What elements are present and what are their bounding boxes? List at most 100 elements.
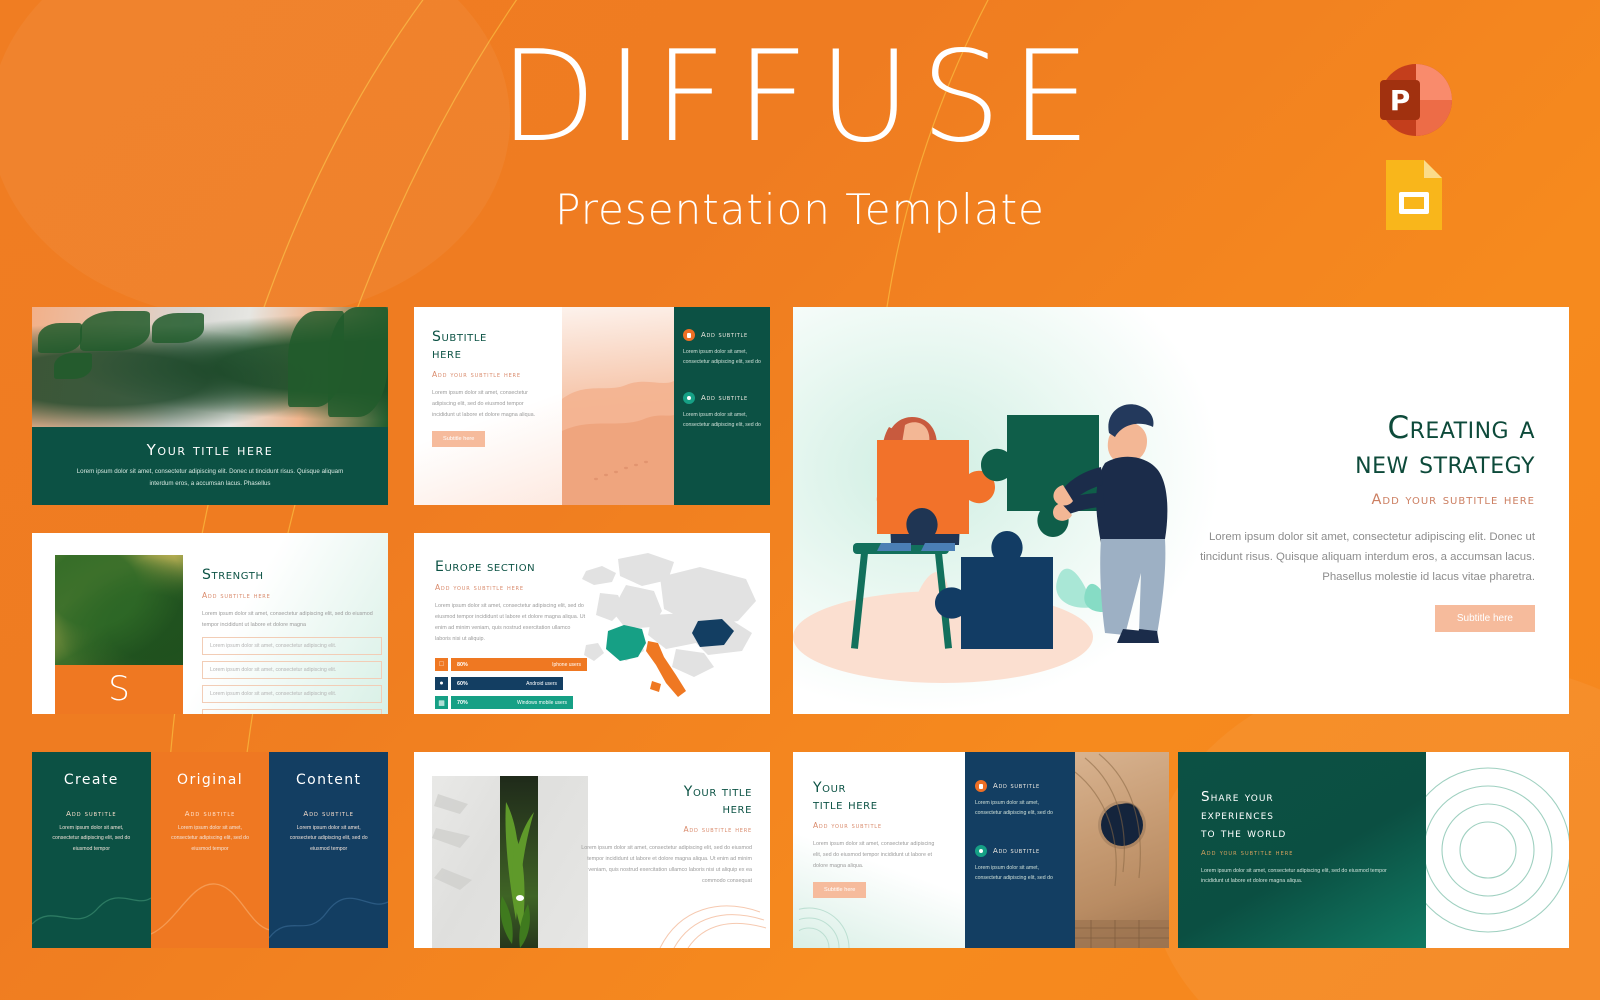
slide-create-original-content[interactable]: Create Add subtitle Lorem ipsum dolor si… [32,752,388,948]
slide-bullets-column: Add subtitle Lorem ipsum dolor sit amet,… [965,752,1075,948]
bullet-body: Lorem ipsum dolor sit amet, consectetur … [683,349,761,366]
slide-title-line1: Creating a [1387,410,1535,446]
slide-desert-photo [562,307,674,505]
page-subtitle: Presentation Template [555,185,1045,234]
slide-text-column: Europe section Add your subtitle here Lo… [435,559,615,710]
stat-value: 80% [457,661,468,668]
stat-bar: 80% Iphone users [451,658,587,672]
slide-subtitle: Add your subtitle [813,821,882,831]
bullet-item: Add subtitle Lorem ipsum dolor sit amet,… [975,844,1065,884]
slide-title-line1: Share your [1201,789,1274,805]
bullet-title: Add subtitle [993,782,1040,790]
decorative-rings [799,907,850,948]
slide-subtitle: Add your subtitle here [435,583,524,593]
slide-title-line3: to the world [1201,825,1287,842]
slide-title: Strength [202,567,264,583]
slide-rings-panel [1426,752,1569,948]
bullet-marker-orange-icon [975,780,987,792]
slide-title: Your title here [146,441,274,459]
slide-body: Lorem ipsum dolor sit amet, consectetur … [1201,867,1387,885]
column-create[interactable]: Create Add subtitle Lorem ipsum dolor si… [32,752,151,948]
slide-title-line1: Subtitle [432,329,487,345]
slide-text-column: Strength Add subtitle here Lorem ipsum d… [202,567,382,714]
slide-body: Lorem ipsum dolor sit amet, consectetur … [202,611,373,628]
column-body: Lorem ipsum dolor sit amet, consectetur … [289,825,368,852]
slide-title-line2: new strategy [1355,444,1535,481]
stat-bar: 70% Windows mobile users [451,696,573,710]
slide-title-line2: title here [813,797,878,814]
slide-title-line1: Your [813,780,847,796]
slide-strength[interactable]: S Strength Add subtitle here Lorem ipsum… [32,533,388,714]
stat-value: 70% [457,699,468,706]
stat-bar-row:  80% Iphone users [435,658,615,672]
slide-your-title-here-split[interactable]: Your title here Add your subtitle Lorem … [793,752,1169,948]
column-title: Original [177,772,244,788]
text-field[interactable]: Lorem ipsum dolor sit amet, consectetur … [202,684,382,703]
text-field[interactable]: Lorem ipsum dolor sit amet, consectetur … [202,660,382,679]
subtitle-button[interactable]: Subtitle here [432,430,486,447]
slide-photo [32,307,388,427]
stat-bar-row: ● 60% Android users [435,677,615,691]
page-title: DIFFUSE [499,23,1101,170]
text-field[interactable]: Lorem ipsum dolor sit amet, consectetur … [202,636,382,655]
slide-subtitle: Add subtitle here [202,591,271,601]
windows-icon: ▦ [435,696,448,710]
slide-creating-a-new-strategy[interactable]: Creating a new strategy Add your subtitl… [793,307,1569,714]
android-icon: ● [435,677,448,691]
slide-title: Creating a new strategy [1195,411,1535,480]
bullet-title: Add subtitle [993,846,1040,855]
bullet-item: Add subtitle Lorem ipsum dolor sit amet,… [683,329,761,368]
stat-label: Iphone users [552,661,581,668]
subtitle-button[interactable]: Subtitle here [1434,605,1535,633]
stat-bar: 60% Android users [451,677,563,691]
stat-bar-chart:  80% Iphone users ● 60% Android users ▦… [435,658,615,710]
bullet-marker-green-icon [683,391,695,404]
bullet-body: Lorem ipsum dolor sit amet, consectetur … [975,864,1053,882]
slide-body: Lorem ipsum dolor sit amet, consectetur … [813,841,935,869]
slide-subtitle: Add your subtitle here [432,370,521,380]
slide-share-your-experiences[interactable]: Share your experiences to the world Add … [1178,752,1569,948]
slide-your-title-here[interactable]: Your title here Lorem ipsum dolor sit am… [32,307,388,505]
slide-text-column: Subtitle here Add your subtitle here Lor… [414,307,562,505]
column-title: Create [63,772,119,788]
slide-your-title-here-plant[interactable]: Your title here Add subtitle here Lorem … [414,752,770,948]
slide-subtitle: Add your subtitle here [1201,848,1294,857]
slide-title-line1: Your title [683,784,752,800]
slide-title-line2: here [722,801,752,818]
column-content[interactable]: Content Add subtitle Lorem ipsum dolor s… [269,752,388,948]
monogram-letter: S [108,669,130,709]
stat-label: Windows mobile users [516,699,567,706]
slide-subtitle: Add subtitle here [683,825,752,835]
slide-text-column: Your title here Add your subtitle Lorem … [793,752,965,948]
google-slides-icon[interactable] [1382,158,1446,232]
slide-title: Europe section [435,559,536,575]
page-header: DIFFUSE Presentation Template P [0,0,1600,300]
decorative-swirl [659,905,767,948]
slide-body: Lorem ipsum dolor sit amet, consectetur … [435,603,586,642]
bullet-body: Lorem ipsum dolor sit amet, consectetur … [975,800,1053,817]
apple-icon:  [435,658,448,672]
column-subtitle: Add subtitle [184,810,236,818]
stat-label: Android users [526,680,557,687]
column-title: Content [295,772,362,788]
slide-subtitle: Add your subtitle here [1371,492,1535,509]
slide-title-line2: here [432,346,462,363]
slide-title: Your title here [574,784,752,818]
text-field[interactable]: Lorem ipsum dolor sit amet, consectetur … [202,708,382,714]
slide-jungle-photo [55,555,183,665]
bullet-title: Add subtitle [701,331,748,339]
slide-subtitle-here[interactable]: Subtitle here Add your subtitle here Lor… [414,307,770,505]
slide-europe-section[interactable]: Europe section Add your subtitle here Lo… [414,533,770,714]
bullet-marker-orange-icon [683,329,695,341]
column-subtitle: Add subtitle [66,810,117,818]
powerpoint-icon[interactable]: P [1370,58,1454,142]
teamwork-puzzle-illustration [793,307,1223,714]
column-original[interactable]: Original Add subtitle Lorem ipsum dolor … [150,752,270,948]
bullet-item: Add subtitle Lorem ipsum dolor sit amet,… [975,780,1065,819]
slide-body: Lorem ipsum dolor sit amet, consectetur … [1200,531,1535,583]
column-subtitle: Add subtitle [303,810,354,818]
bullet-item: Add subtitle Lorem ipsum dolor sit amet,… [683,391,761,431]
slide-title: Your title here [813,780,965,814]
bullet-marker-green-icon [975,844,987,857]
svg-text:P: P [1390,84,1411,117]
